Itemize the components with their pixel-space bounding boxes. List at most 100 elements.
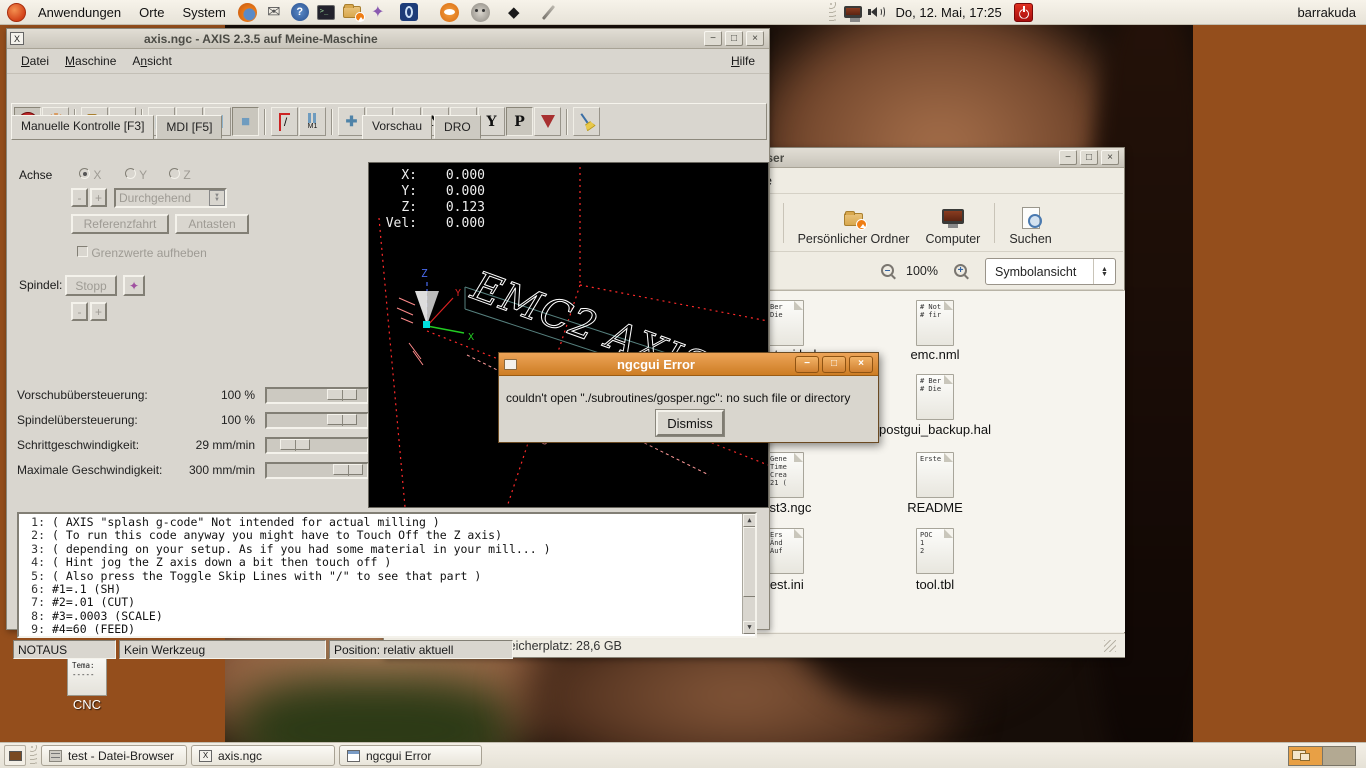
toolbar-separator — [994, 203, 996, 243]
scroll-up-icon[interactable]: ▲ — [743, 514, 755, 527]
radio-axis-z[interactable]: Z — [169, 168, 191, 182]
zoom-in-icon[interactable]: + — [954, 264, 967, 277]
scrollbar-thumb[interactable] — [743, 527, 755, 597]
toolbar-home-button[interactable]: Persönlicher Ordner — [790, 210, 918, 249]
applications-menu-icon[interactable] — [4, 1, 28, 24]
menu-maschine[interactable]: Maschine — [57, 51, 124, 71]
touch-off-button[interactable]: Antasten — [175, 214, 249, 234]
jog-plus-button[interactable]: + — [90, 188, 107, 207]
stop-button[interactable]: ■ — [232, 107, 259, 136]
jog-increment-dropdown[interactable]: Durchgehend ▼ ▼ — [114, 188, 227, 208]
workspace-switcher — [1288, 745, 1356, 766]
display-settings-icon[interactable] — [843, 6, 862, 22]
inkscape-launcher-icon[interactable]: ◆ — [502, 1, 526, 24]
menu-anwendungen[interactable]: Anwendungen — [29, 0, 130, 25]
radio-axis-x[interactable]: X — [79, 168, 101, 182]
close-button[interactable]: × — [1101, 150, 1119, 165]
shutdown-button[interactable] — [1013, 2, 1033, 22]
help-launcher-icon[interactable]: ? — [288, 1, 312, 24]
gcode-scrollbar[interactable]: ▲ ▼ — [742, 514, 755, 634]
close-button[interactable]: × — [849, 355, 873, 373]
jog-speed-row: Schrittgeschwindigkeit: 29 mm/min — [17, 434, 369, 456]
axis-titlebar[interactable]: X axis.ngc - AXIS 2.3.5 auf Meine-Maschi… — [7, 29, 769, 49]
cnc-icon-line: ----- — [72, 670, 95, 679]
spindle-minus-button[interactable]: - — [71, 302, 88, 321]
workspace-2[interactable] — [1322, 746, 1355, 765]
gcode-listing[interactable]: 1:( AXIS "splash g-code" Not intended fo… — [17, 512, 757, 638]
override-limits-checkbox[interactable]: Grenzwerte aufheben — [77, 246, 207, 260]
dialog-titlebar[interactable]: ngcgui Error − □ × — [499, 353, 878, 376]
firefox-launcher-icon[interactable] — [236, 1, 260, 24]
search-icon — [1021, 207, 1042, 229]
show-desktop-button[interactable] — [4, 745, 26, 766]
home-axis-button[interactable]: Referenzfahrt — [71, 214, 169, 234]
toolbar-computer-button[interactable]: Computer — [917, 206, 988, 249]
max-velocity-row: Maximale Geschwindigkeit: 300 mm/min — [17, 459, 369, 481]
xournal-launcher-icon[interactable] — [537, 1, 561, 24]
network-launcher-icon[interactable]: ✦ — [366, 1, 390, 24]
error-message: couldn't open "./subroutines/gosper.ngc"… — [506, 391, 851, 405]
minimize-button[interactable]: − — [795, 355, 819, 373]
view-y-button[interactable]: Y — [478, 107, 505, 136]
blender-launcher-icon[interactable] — [438, 1, 462, 24]
spindle-stop-button[interactable]: Stopp — [65, 275, 117, 296]
qcad-launcher-icon[interactable] — [397, 1, 421, 24]
clear-plot-button[interactable] — [573, 107, 600, 136]
menu-hilfe[interactable]: Hilfe — [723, 51, 763, 71]
axis-statusbar: NOTAUS Kein Werkzeug Position: relativ a… — [13, 640, 765, 659]
spindle-plus-button[interactable]: + — [90, 302, 107, 321]
tab-manual-control[interactable]: Manuelle Kontrolle [F3] — [11, 115, 155, 139]
task-file-browser[interactable]: test - Datei-Browser — [41, 745, 187, 766]
spindle-label: Spindel: — [19, 278, 63, 292]
workspace-1[interactable] — [1289, 746, 1322, 765]
tool-tip — [423, 321, 430, 328]
toggle-skip-lines-button[interactable]: / — [271, 107, 298, 136]
spindle-override-slider[interactable] — [265, 411, 369, 429]
zoom-in-button[interactable]: ✚ — [338, 107, 365, 136]
panel-drag-handle[interactable] — [828, 1, 836, 23]
menu-system[interactable]: System — [173, 0, 234, 25]
z-axis-label: Z — [421, 267, 428, 280]
optional-pause-button[interactable]: M1 — [299, 107, 326, 136]
jog-speed-slider[interactable] — [265, 436, 369, 454]
minimize-button[interactable]: − — [1059, 150, 1077, 165]
tab-vorschau[interactable]: Vorschau — [362, 115, 433, 139]
toolbar-search-button[interactable]: Suchen — [1001, 204, 1059, 249]
dismiss-button[interactable]: Dismiss — [656, 410, 724, 436]
menu-orte[interactable]: Orte — [130, 0, 173, 25]
volume-icon[interactable] — [867, 5, 885, 19]
menu-datei[interactable]: Datei — [13, 51, 57, 71]
maximize-button[interactable]: □ — [822, 355, 846, 373]
tab-dro[interactable]: DRO — [434, 115, 481, 139]
view-perspective-button[interactable]: P — [506, 107, 533, 136]
taskbar-drag-handle[interactable] — [30, 745, 37, 766]
maximize-button[interactable]: □ — [725, 31, 743, 46]
max-velocity-slider[interactable] — [265, 461, 369, 479]
terminal-launcher-icon[interactable]: >_ — [314, 1, 338, 24]
gimp-launcher-icon[interactable] — [469, 1, 493, 24]
resize-grip[interactable] — [1104, 639, 1116, 652]
feed-override-slider[interactable] — [265, 386, 369, 404]
maximize-button[interactable]: □ — [1080, 150, 1098, 165]
task-axis[interactable]: X axis.ngc — [191, 745, 335, 766]
tab-mdi[interactable]: MDI [F5] — [156, 115, 223, 139]
menu-ansicht[interactable]: Ansicht — [124, 51, 179, 71]
x-axis-label: X — [468, 332, 474, 343]
radio-axis-y[interactable]: Y — [125, 168, 147, 182]
zoom-level: 100% — [906, 263, 938, 278]
mail-launcher-icon[interactable]: ✉ — [262, 1, 286, 24]
close-button[interactable]: × — [746, 31, 764, 46]
view-mode-dropdown[interactable]: Symbolansicht ▲ ▼ — [985, 258, 1116, 285]
desktop-icon-cnc-label[interactable]: CNC — [47, 697, 127, 712]
file-manager-launcher-icon[interactable] — [340, 1, 365, 24]
zoom-out-icon[interactable]: – — [881, 264, 894, 277]
spindle-brake-button[interactable]: ✦ — [123, 275, 145, 296]
scroll-down-icon[interactable]: ▼ — [743, 621, 755, 634]
clock[interactable]: Do, 12. Mai, 17:25 — [890, 5, 1008, 20]
task-ngcgui-error[interactable]: ngcgui Error — [339, 745, 482, 766]
preview-canvas[interactable]: EMC2 AXIS 164.3 X Y Z X:0.000 Y:0.000 — [368, 162, 769, 508]
minimize-button[interactable]: − — [704, 31, 722, 46]
jog-minus-button[interactable]: - — [71, 188, 88, 207]
rotate-view-button[interactable] — [534, 107, 561, 136]
dialog-title: ngcgui Error — [616, 356, 695, 372]
